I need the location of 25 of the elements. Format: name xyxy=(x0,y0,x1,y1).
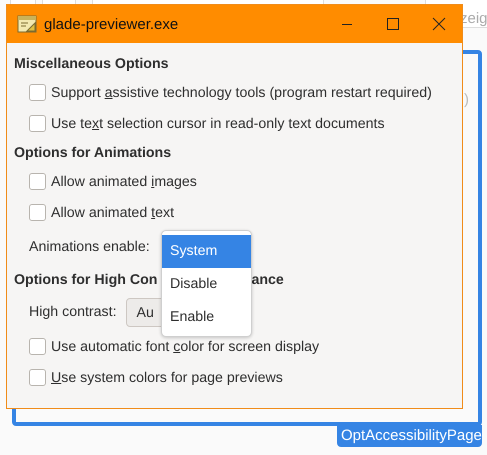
checkbox-label[interactable]: Support assistive technology tools (program restart required) xyxy=(51,84,432,100)
app-icon xyxy=(17,15,37,33)
text-fragment: ) xyxy=(464,91,469,108)
checkbox[interactable] xyxy=(29,369,46,386)
checkbox-label[interactable]: Use system colors for page previews xyxy=(51,370,283,386)
checkbox-label[interactable]: Allow animated images xyxy=(51,174,197,190)
menu-item[interactable]: System xyxy=(162,235,251,268)
checkbox-label[interactable]: Use text selection cursor in read-only text documents xyxy=(51,116,385,132)
section-heading: Options for Animations xyxy=(14,145,172,163)
combo-label: Animations enable: xyxy=(29,239,150,255)
checkbox[interactable] xyxy=(29,338,46,355)
window-title: glade-previewer.exe xyxy=(44,16,180,32)
menu-item[interactable]: Disable xyxy=(162,268,251,301)
checkbox[interactable] xyxy=(29,204,46,221)
checkbox-label[interactable]: Allow animated text xyxy=(51,204,174,220)
section-heading: Miscellaneous Options xyxy=(14,56,169,74)
checkbox[interactable] xyxy=(29,115,46,132)
page-label: OptAccessibilityPage xyxy=(337,425,482,447)
combo-label: High contrast: xyxy=(29,304,117,320)
checkbox[interactable] xyxy=(29,84,46,101)
checkbox-label[interactable]: Use automatic font color for screen display xyxy=(51,338,320,354)
section-heading: Options for High Con xyxy=(14,272,158,290)
checkbox[interactable] xyxy=(29,173,46,190)
menu-item[interactable]: Enable xyxy=(162,301,251,334)
section-heading-end: ance xyxy=(251,272,284,290)
